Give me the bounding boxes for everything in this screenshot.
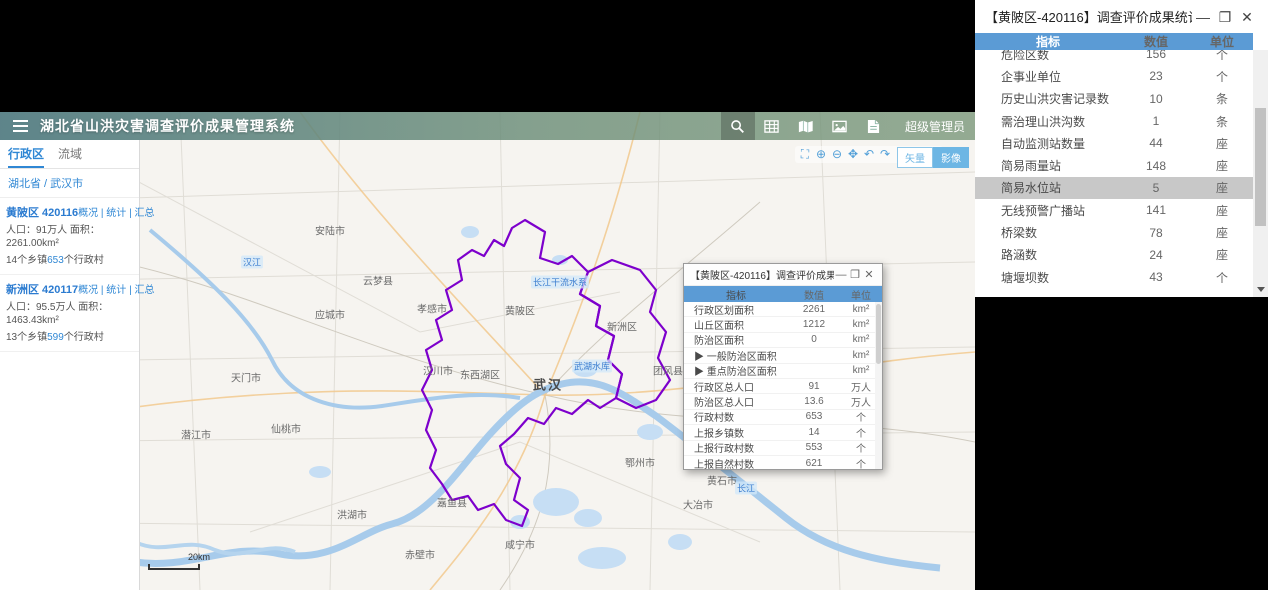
table-row[interactable]: ▶ 重点防治区面积 km²	[684, 363, 882, 379]
image-icon	[832, 119, 848, 134]
dialog-titlebar[interactable]: 【黄陂区-420116】调查评价成果统计表 — ❐ ✕	[684, 264, 882, 286]
table-row[interactable]: 历史山洪灾害记录数 10 条	[975, 87, 1253, 110]
scale-label: 20km	[188, 552, 211, 562]
table-row[interactable]: 上报乡镇数 14 个	[684, 425, 882, 441]
maximize-icon[interactable]: ❐	[848, 268, 862, 282]
district-villages-line: 14个乡镇653个行政村	[6, 255, 104, 266]
scrollbar-thumb[interactable]	[1255, 108, 1266, 226]
table-row[interactable]: 简易水位站 5 座	[975, 176, 1253, 200]
basemap-button[interactable]: 矢量	[897, 147, 933, 168]
map-tool-icon[interactable]: ✥	[846, 147, 860, 162]
table-row[interactable]: 行政区划面积 2261 km²	[684, 302, 882, 318]
menu-icon[interactable]	[0, 120, 40, 132]
minimize-icon[interactable]: —	[834, 268, 848, 282]
app-title: 湖北省山洪灾害调查评价成果管理系统	[40, 118, 295, 134]
minimize-icon[interactable]: —	[1192, 10, 1214, 24]
dialog-title: 【黄陂区-420116】调查评价成果统计表	[690, 271, 834, 282]
stats-panel-window: 【黄陂区-420116】调查评价成果统计表 — ❐ ✕ 指标 数值 单位 危险区…	[975, 0, 1268, 297]
district-card[interactable]: 黄陂区 420116 概况 | 统计 | 汇总 人口：91万人 面积：2261.…	[0, 198, 154, 275]
table-row[interactable]: 企事业单位 23 个	[975, 65, 1253, 88]
maximize-icon[interactable]: ❐	[1214, 10, 1236, 24]
user-account-label[interactable]: 超级管理员	[905, 118, 965, 135]
table-row[interactable]: 需治理山洪沟数 1 条	[975, 109, 1253, 133]
district-list: 黄陂区 420116 概况 | 统计 | 汇总 人口：91万人 面积：2261.…	[0, 198, 154, 352]
dialog-table-rows: 行政区划面积 2261 km² 山丘区面积 1212 km² 防治区面积 0 k…	[684, 302, 882, 469]
table-row[interactable]: 行政区总人口 91 万人	[684, 378, 882, 395]
map-tool-icon[interactable]: ↶	[862, 147, 876, 162]
dialog-scrollbar[interactable]	[875, 302, 882, 469]
breadcrumb[interactable]: 湖北省 / 武汉市	[0, 169, 139, 198]
table-row[interactable]: 防治区面积 0 km²	[684, 332, 882, 349]
close-icon[interactable]: ✕	[1236, 10, 1258, 24]
basemap-button[interactable]: 影像	[933, 147, 969, 168]
document-icon	[867, 119, 880, 134]
panel-title: 【黄陂区-420116】调查评价成果统计表	[985, 10, 1192, 25]
map-button[interactable]	[789, 112, 823, 140]
map-tool-icon[interactable]: ↷	[878, 147, 892, 162]
col-unit: 单位	[851, 290, 871, 302]
app-header-bar: 湖北省山洪灾害调查评价成果管理系统 超级管理员	[0, 112, 975, 140]
basemap-toggle: 矢量 影像	[897, 147, 969, 168]
col-indicator: 指标	[1035, 35, 1060, 49]
screenshot-stage: 武汉 安陆市 云梦县 应城市 孝感市 汉川市 东西湖区 天门市 仙桃市 潜江市 洪湖市 黄陂区 新洲区团…	[0, 0, 1268, 590]
col-value: 数值	[1143, 35, 1168, 49]
table-row[interactable]: 行政村数 653 个	[684, 409, 882, 426]
panel-table-body: 危险区数 156 个 企事业单位 23 个 历史山洪灾害记录数 10 条 需治理…	[975, 50, 1253, 297]
table-row[interactable]: 无线预警广播站 141 座	[975, 199, 1253, 222]
dialog-table-header: 指标 数值 单位	[684, 286, 882, 302]
sidebar-tab[interactable]: 流域	[58, 145, 82, 168]
table-row[interactable]: 上报行政村数 553 个	[684, 440, 882, 456]
district-name[interactable]: 黄陂区 420116	[6, 204, 78, 220]
image-button[interactable]	[823, 112, 857, 140]
district-name[interactable]: 新洲区 420117	[6, 281, 78, 297]
table-row[interactable]: 防治区总人口 13.6 万人	[684, 394, 882, 410]
table-row[interactable]: 塘堰坝数 43 个	[975, 265, 1253, 289]
table-row[interactable]: 上报自然村数 621 个	[684, 455, 882, 469]
district-stats-line: 人口：91万人 面积：2261.00km²	[6, 225, 100, 249]
close-icon[interactable]: ✕	[862, 268, 876, 282]
scrollbar-thumb[interactable]	[876, 304, 881, 364]
left-sidebar: 行政区 流域 湖北省 / 武汉市 黄陂区 420116 概况 | 统计 | 汇总 …	[0, 140, 154, 590]
scale-bar-line	[148, 564, 200, 570]
map-scalebar: 20km	[148, 552, 210, 570]
sidebar-tab[interactable]: 行政区	[8, 145, 45, 168]
district-stats-line: 人口：95.5万人 面积：1463.43km²	[6, 302, 109, 326]
map-tool-icon[interactable]: ⊖	[830, 147, 844, 162]
sidebar-tabs: 行政区 流域	[0, 140, 139, 169]
table-row[interactable]: 桥梁数 78 座	[975, 221, 1253, 244]
map-tool-icon[interactable]: ⛶	[798, 147, 812, 162]
report-button[interactable]	[857, 112, 891, 140]
col-unit: 单位	[1209, 35, 1234, 49]
district-card[interactable]: 新洲区 420117 概况 | 统计 | 汇总 人口：95.5万人 面积：146…	[0, 275, 154, 352]
map-icon	[798, 119, 814, 134]
table-icon	[764, 119, 780, 134]
panel-titlebar[interactable]: 【黄陂区-420116】调查评价成果统计表 — ❐ ✕	[975, 0, 1268, 33]
table-row[interactable]: 危险区数 156 个	[975, 50, 1253, 66]
panel-table-rows: 危险区数 156 个 企事业单位 23 个 历史山洪灾害记录数 10 条 需治理…	[975, 50, 1253, 289]
table-row[interactable]: ▶ 一般防治区面积 km²	[684, 348, 882, 364]
col-indicator: 指标	[726, 290, 746, 302]
district-stats-dialog: 【黄陂区-420116】调查评价成果统计表 — ❐ ✕ 指标 数值 单位 行政区…	[683, 263, 883, 470]
table-row[interactable]: 简易雨量站 148 座	[975, 154, 1253, 177]
district-action-links[interactable]: 概况 | 统计 | 汇总	[78, 204, 154, 219]
panel-table-header: 指标 数值 单位	[975, 33, 1253, 50]
map-application: 武汉 安陆市 云梦县 应城市 孝感市 汉川市 东西湖区 天门市 仙桃市 潜江市 洪湖市 黄陂区 新洲区团…	[0, 0, 975, 590]
map-tool-icon[interactable]: ⊕	[814, 147, 828, 162]
search-button[interactable]	[720, 112, 755, 140]
panel-scrollbar[interactable]	[1253, 50, 1268, 297]
scroll-down-icon[interactable]	[1253, 282, 1268, 297]
table-row[interactable]: 自动监测站数量 44 座	[975, 132, 1253, 155]
table-row[interactable]: 山丘区面积 1212 km²	[684, 317, 882, 333]
table-button[interactable]	[755, 112, 789, 140]
search-icon	[730, 119, 745, 134]
col-value: 数值	[804, 290, 824, 302]
district-action-links[interactable]: 概况 | 统计 | 汇总	[78, 281, 154, 296]
table-row[interactable]: 路涵数 24 座	[975, 243, 1253, 266]
district-villages-line: 13个乡镇599个行政村	[6, 332, 104, 343]
